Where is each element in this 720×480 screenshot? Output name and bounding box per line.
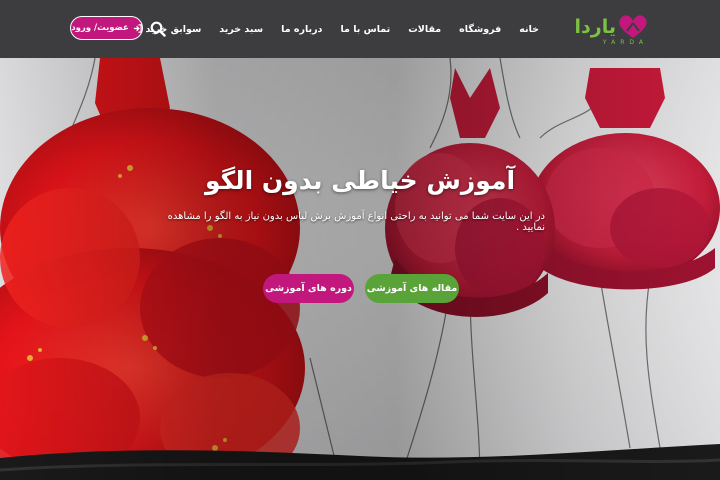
main-menu: خانه فروشگاه مقالات تماس با ما درباره ما… xyxy=(136,0,548,58)
nav-item-home[interactable]: خانه xyxy=(510,24,548,35)
nav-item-order-history[interactable]: سوابق خرید xyxy=(136,24,210,35)
site-logo[interactable]: یاردا YARDA xyxy=(575,12,650,48)
top-navbar: یاردا YARDA خانه فروشگاه مقالات تماس با … xyxy=(0,0,720,58)
hero-subtitle: در این سایت شما می توانید به راحتی انواع… xyxy=(167,211,545,233)
nav-item-cart[interactable]: سبد خرید xyxy=(210,24,272,35)
hero-banner: آموزش خیاطی بدون الگو در این سایت شما می… xyxy=(0,58,720,480)
nav-item-about[interactable]: درباره ما xyxy=(272,24,331,35)
nav-item-contact[interactable]: تماس با ما xyxy=(331,24,399,35)
educational-articles-button[interactable]: مقاله های آموزشی xyxy=(365,274,459,303)
educational-courses-button[interactable]: دوره های آموزشی xyxy=(263,274,354,303)
login-arrow-icon xyxy=(133,23,142,33)
hero-title: آموزش خیاطی بدون الگو xyxy=(204,166,516,195)
logo-wordmark: یاردا xyxy=(574,16,617,38)
hero-overlay xyxy=(0,58,720,480)
nav-item-articles[interactable]: مقالات xyxy=(399,24,450,35)
logo-subtitle: YARDA xyxy=(602,39,648,46)
nav-item-shop[interactable]: فروشگاه xyxy=(450,24,510,35)
login-register-button[interactable]: عضویت/ ورود xyxy=(70,16,143,40)
search-icon[interactable] xyxy=(150,21,166,37)
heart-logo-icon xyxy=(619,15,647,38)
login-button-label: عضویت/ ورود xyxy=(71,23,129,33)
